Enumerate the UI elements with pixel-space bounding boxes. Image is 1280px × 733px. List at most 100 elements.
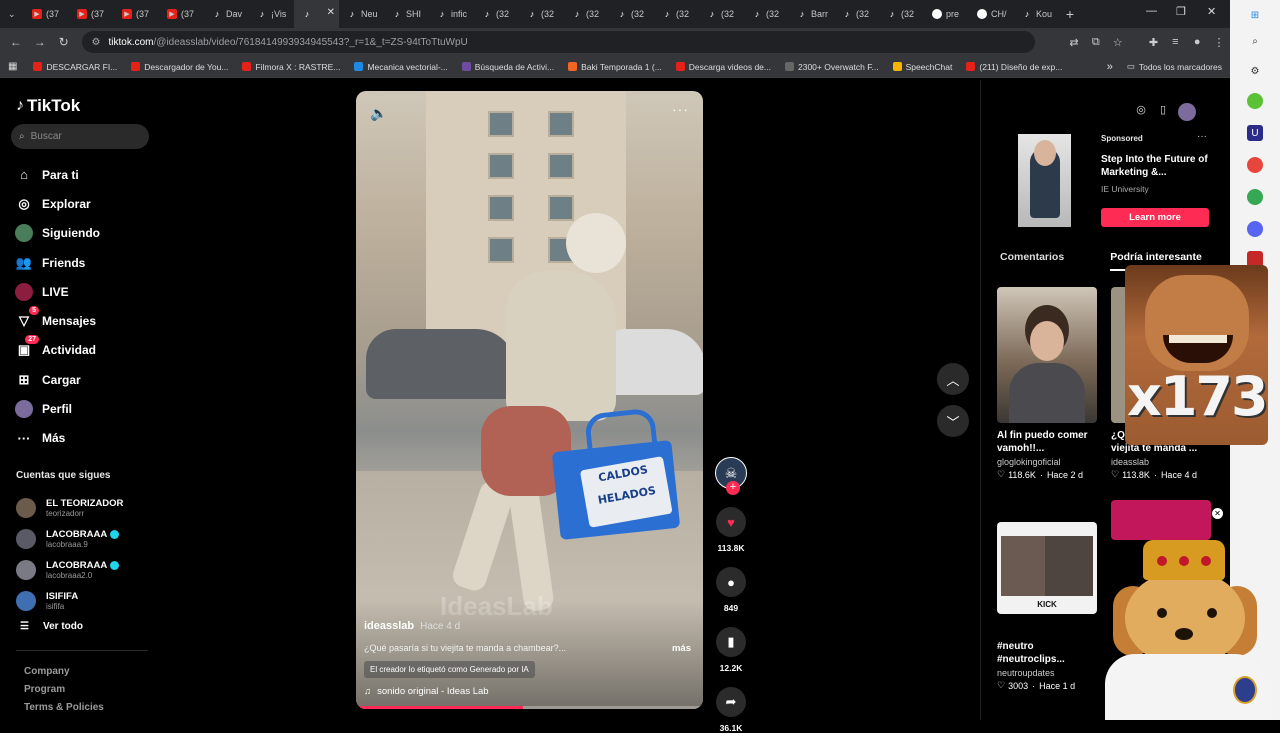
site-info-icon[interactable]: ⚙ bbox=[92, 37, 101, 48]
following-account[interactable]: EL TEORIZADOR teorizadorr bbox=[16, 492, 123, 523]
nav-item-cargar[interactable]: ⊞ Cargar bbox=[14, 365, 100, 394]
bookmark-item[interactable]: Descarga videos de... bbox=[675, 62, 771, 72]
bookmark-item[interactable]: DESCARGAR FI... bbox=[33, 62, 117, 72]
browser-tab[interactable]: ▶ (37 bbox=[159, 0, 204, 28]
browser-tab[interactable]: ♪ (32 bbox=[564, 0, 609, 28]
bookmark-item[interactable]: 2300+ Overwatch F... bbox=[785, 62, 879, 72]
nav-item-perfil[interactable]: Perfil bbox=[14, 394, 100, 423]
apps-icon[interactable]: ▦ bbox=[8, 61, 17, 72]
browser-tab[interactable]: ♪ infic bbox=[429, 0, 474, 28]
browser-tab[interactable]: ♪ (32 bbox=[879, 0, 924, 28]
creator-avatar[interactable]: ☠ + bbox=[715, 457, 747, 495]
browser-tab[interactable]: ▶ (37 bbox=[114, 0, 159, 28]
back-icon[interactable]: ← bbox=[4, 35, 28, 49]
bookmark-star-icon[interactable]: ☆ bbox=[1107, 36, 1129, 49]
browser-tab[interactable]: CH/ bbox=[969, 0, 1014, 28]
nav-item-para-ti[interactable]: ⌂ Para ti bbox=[14, 160, 100, 189]
browser-tab[interactable]: ♪ Kou bbox=[1014, 0, 1059, 28]
chrome-alt-icon[interactable] bbox=[1247, 189, 1263, 205]
save-button[interactable]: ▮ 12.2K bbox=[713, 627, 749, 673]
forward-icon[interactable]: → bbox=[28, 35, 52, 49]
browser-tab[interactable]: ♪ SHI bbox=[384, 0, 429, 28]
window-close-icon[interactable]: ✕ bbox=[1207, 5, 1216, 18]
suggested-card-thumbnail[interactable] bbox=[1111, 500, 1211, 540]
browser-tab[interactable]: ♪ (32 bbox=[744, 0, 789, 28]
video-sound[interactable]: ♫ sonido original - Ideas Lab bbox=[364, 686, 489, 697]
footer-link-terms[interactable]: Terms & Policies bbox=[24, 699, 104, 717]
ad-learn-more-button[interactable]: Learn more bbox=[1101, 208, 1209, 227]
browser-tab[interactable]: ♪ ✕ bbox=[294, 0, 339, 28]
browser-tab[interactable]: ♪ (32 bbox=[474, 0, 519, 28]
browser-tab[interactable]: ▶ (37 bbox=[69, 0, 114, 28]
tab-close-icon[interactable]: ✕ bbox=[327, 7, 335, 18]
browser-tab[interactable]: ♪ ¡Vis bbox=[249, 0, 294, 28]
browser-tab[interactable]: ▶ (37 bbox=[24, 0, 69, 28]
search-icon[interactable]: ⌕ bbox=[1247, 33, 1263, 49]
share-button[interactable]: ➦ 36.1K bbox=[713, 687, 749, 733]
previous-video-button[interactable]: ︿ bbox=[937, 363, 969, 395]
browser-tab[interactable]: ♪ (32 bbox=[519, 0, 564, 28]
following-account[interactable]: ISIFIFA isififa bbox=[16, 585, 123, 616]
install-app-icon[interactable]: ⧉ bbox=[1085, 36, 1107, 49]
coins-icon[interactable]: ◎ bbox=[1132, 103, 1150, 121]
windows-icon[interactable]: ⊞ bbox=[1247, 7, 1263, 23]
browser-tab[interactable]: ♪ Dav bbox=[204, 0, 249, 28]
translate-icon[interactable]: ⇄ bbox=[1063, 36, 1085, 49]
follow-plus-icon[interactable]: + bbox=[726, 481, 740, 495]
app-green-icon[interactable] bbox=[1247, 93, 1263, 109]
ad-title[interactable]: Step Into the Future of Marketing &... bbox=[1101, 153, 1221, 179]
following-account[interactable]: LACOBRAAA lacobraaa.9 bbox=[16, 523, 123, 554]
new-tab-button[interactable]: + bbox=[1059, 6, 1081, 22]
nav-item-actividad[interactable]: ▣ 27 Actividad bbox=[14, 335, 100, 365]
menu-icon[interactable]: ⋮ bbox=[1208, 36, 1230, 49]
tab-search-menu[interactable]: ⌄ bbox=[0, 0, 24, 28]
browser-tab[interactable]: ♪ Neu bbox=[339, 0, 384, 28]
extensions-icon[interactable]: ✚ bbox=[1143, 36, 1165, 49]
restore-icon[interactable]: ❐ bbox=[1176, 5, 1186, 18]
reload-icon[interactable]: ↻ bbox=[52, 35, 76, 49]
video-progress-bar[interactable] bbox=[356, 706, 703, 709]
comment-button[interactable]: ● 849 bbox=[713, 567, 749, 613]
user-avatar[interactable] bbox=[1178, 103, 1196, 121]
bookmark-item[interactable]: Búsqueda de Activi... bbox=[461, 62, 554, 72]
bookmark-item[interactable]: Baki Temporada 1 (... bbox=[568, 62, 662, 72]
browser-tab[interactable]: ♪ Barr bbox=[789, 0, 834, 28]
browser-tab[interactable]: ♪ (32 bbox=[609, 0, 654, 28]
discord-icon[interactable] bbox=[1247, 221, 1263, 237]
ad-thumbnail[interactable] bbox=[1018, 134, 1071, 227]
nav-item-friends[interactable]: 👥 Friends bbox=[14, 248, 100, 277]
bookmark-item[interactable]: Mecanica vectorial-... bbox=[354, 62, 448, 72]
bookmarks-overflow-icon[interactable]: » bbox=[1107, 61, 1113, 73]
next-video-button[interactable]: ﹀ bbox=[937, 405, 969, 437]
bookmark-item[interactable]: (211) Diseño de exp... bbox=[966, 62, 1062, 72]
browser-tab[interactable]: ♪ (32 bbox=[699, 0, 744, 28]
tiktok-logo[interactable]: ♪ TikTok bbox=[16, 96, 80, 116]
suggested-card[interactable]: Al fin puedo comer vamoh!!... glogloking… bbox=[997, 287, 1097, 480]
overlay-close-icon[interactable]: ✕ bbox=[1212, 508, 1223, 519]
chrome-icon[interactable] bbox=[1247, 157, 1263, 173]
app-u-icon[interactable]: U bbox=[1247, 125, 1263, 141]
browser-tab[interactable]: ♪ (32 bbox=[654, 0, 699, 28]
video-author[interactable]: ideasslab Hace 4 d bbox=[364, 620, 460, 632]
url-field[interactable]: ⚙ tiktok.com /@ideasslab/video/761841499… bbox=[81, 31, 1036, 53]
settings-icon[interactable]: ⚙ bbox=[1247, 63, 1263, 79]
tab-groups-icon[interactable]: ≡ bbox=[1164, 36, 1186, 48]
following-account[interactable]: LACOBRAAA lacobraaa2.0 bbox=[16, 554, 123, 585]
suggested-card[interactable]: KICK #neutro #neutroclips... neutroupdat… bbox=[997, 522, 1097, 691]
nav-item-m-s[interactable]: ··· Más bbox=[14, 424, 100, 453]
mobile-app-icon[interactable]: ▯ bbox=[1154, 103, 1172, 121]
browser-tab[interactable]: pre bbox=[924, 0, 969, 28]
like-button[interactable]: ♥ 113.8K bbox=[713, 507, 749, 553]
all-bookmarks[interactable]: ▭ Todos los marcadores bbox=[1127, 61, 1222, 72]
video-more-icon[interactable]: ··· bbox=[672, 101, 689, 117]
footer-link-company[interactable]: Company bbox=[24, 663, 104, 681]
see-all-link[interactable]: ☰ Ver todo bbox=[20, 621, 83, 632]
caption-more-button[interactable]: más bbox=[672, 643, 691, 654]
bookmark-item[interactable]: Descargador de You... bbox=[131, 62, 228, 72]
volume-icon[interactable]: 🔈 bbox=[370, 105, 387, 122]
browser-tab[interactable]: ♪ (32 bbox=[834, 0, 879, 28]
footer-link-program[interactable]: Program bbox=[24, 681, 104, 699]
ad-options-icon[interactable]: ··· bbox=[1197, 131, 1207, 142]
bookmark-item[interactable]: Filmora X : RASTRE... bbox=[242, 62, 340, 72]
search-input[interactable]: ⌕ Buscar bbox=[11, 124, 149, 149]
